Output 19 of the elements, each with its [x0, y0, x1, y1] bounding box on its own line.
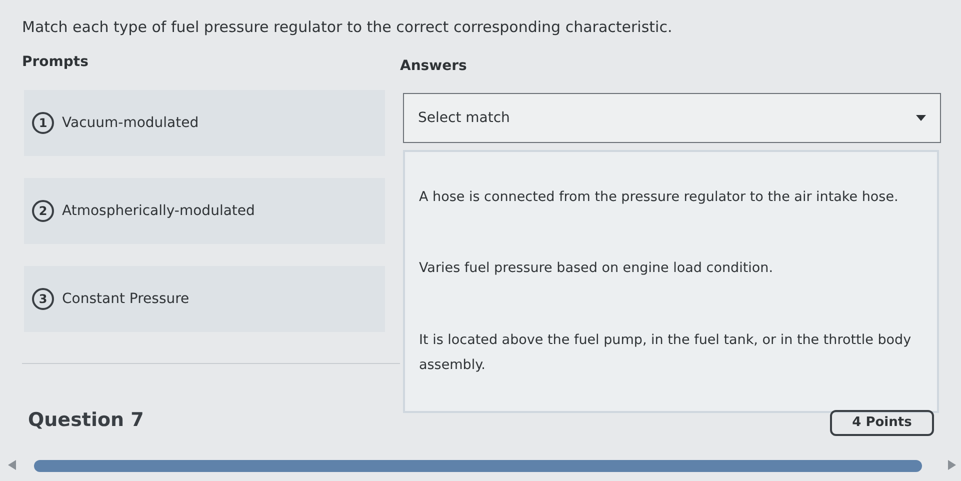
question-text: Match each type of fuel pressure regulator to the correct corresponding characteristic.	[22, 17, 672, 38]
scroll-left-icon[interactable]	[8, 460, 16, 470]
number-badge: 1	[32, 112, 54, 134]
prompt-label: Constant Pressure	[62, 290, 190, 308]
prompts-heading: Prompts	[22, 53, 88, 72]
option-item[interactable]: A hose is connected from the pressure regulator to the air intake hose.	[419, 185, 923, 210]
scroll-right-icon[interactable]	[948, 460, 956, 470]
scrollbar-thumb[interactable]	[34, 460, 922, 472]
prompt-label: Atmospherically-modulated	[62, 202, 255, 220]
number-badge: 3	[32, 288, 54, 310]
prompt-label: Vacuum-modulated	[62, 114, 199, 132]
caret-icon	[916, 115, 926, 121]
number-badge: 2	[32, 200, 54, 222]
question-title: Question 7	[28, 408, 144, 433]
option-item[interactable]: It is located above the fuel pump, in the fuel tank, or in the throttle body assembly.	[419, 328, 923, 378]
answers-heading: Answers	[400, 57, 467, 76]
select-field[interactable]: Select match	[403, 93, 941, 143]
option-item[interactable]: Varies fuel pressure based on engine load condition.	[419, 256, 923, 282]
points-badge: 4 Points	[830, 410, 934, 436]
